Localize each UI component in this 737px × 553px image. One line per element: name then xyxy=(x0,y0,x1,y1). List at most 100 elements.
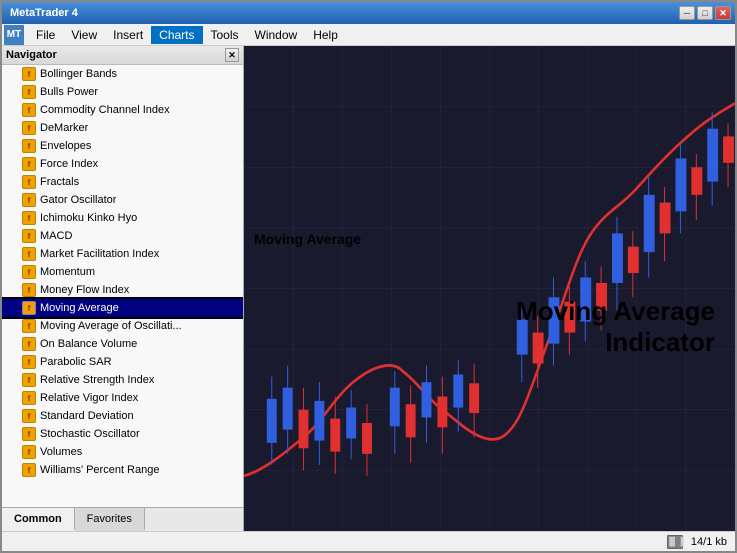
indicator-item-obv[interactable]: f On Balance Volume xyxy=(2,335,243,353)
indicator-list[interactable]: f Bollinger Bands f Bulls Power f Commodity C… xyxy=(2,65,243,507)
indicator-label-mao: Moving Average of Oscillati... xyxy=(40,320,182,332)
indicator-icon-bollinger: f xyxy=(22,67,36,81)
maximize-button[interactable]: □ xyxy=(697,6,713,20)
indicator-icon-bulls: f xyxy=(22,85,36,99)
main-window: MetaTrader 4 ─ □ ✕ MT File View Insert C… xyxy=(0,0,737,553)
indicator-item-mfi[interactable]: f Market Facilitation Index xyxy=(2,245,243,263)
indicator-item-force[interactable]: f Force Index xyxy=(2,155,243,173)
indicator-label-stddev: Standard Deviation xyxy=(40,410,134,422)
indicator-item-volumes[interactable]: f Volumes xyxy=(2,443,243,461)
indicator-icon-gator: f xyxy=(22,193,36,207)
menu-view[interactable]: View xyxy=(63,26,105,44)
indicator-label-fractals: Fractals xyxy=(40,176,79,188)
indicator-icon-envelopes: f xyxy=(22,139,36,153)
indicator-item-rvi[interactable]: f Relative Vigor Index xyxy=(2,389,243,407)
indicator-label-moneyflow: Money Flow Index xyxy=(40,284,129,296)
menu-file[interactable]: File xyxy=(28,26,63,44)
indicator-label-volumes: Volumes xyxy=(40,446,82,458)
indicator-item-parabolic[interactable]: f Parabolic SAR xyxy=(2,353,243,371)
indicator-label-momentum: Momentum xyxy=(40,266,95,278)
title-bar: MetaTrader 4 ─ □ ✕ xyxy=(2,2,735,24)
indicator-item-bollinger[interactable]: f Bollinger Bands xyxy=(2,65,243,83)
app-logo: MT xyxy=(4,25,24,45)
indicator-item-mao[interactable]: f Moving Average of Oscillati... xyxy=(2,317,243,335)
menu-tools[interactable]: Tools xyxy=(203,26,247,44)
indicator-label-rvi: Relative Vigor Index xyxy=(40,392,138,404)
indicator-icon-mao: f xyxy=(22,319,36,333)
navigator-tabs: Common Favorites xyxy=(2,507,243,531)
menu-charts[interactable]: Charts xyxy=(151,26,202,44)
indicator-label-mfi: Market Facilitation Index xyxy=(40,248,159,260)
indicator-icon-ichimoku: f xyxy=(22,211,36,225)
navigator-title: Navigator xyxy=(6,49,57,61)
indicator-item-moneyflow[interactable]: f Money Flow Index xyxy=(2,281,243,299)
indicator-item-williams[interactable]: f Williams' Percent Range xyxy=(2,461,243,479)
indicator-icon-demarker: f xyxy=(22,121,36,135)
indicator-icon-rsi: f xyxy=(22,373,36,387)
title-bar-buttons: ─ □ ✕ xyxy=(679,6,731,20)
menu-help[interactable]: Help xyxy=(305,26,346,44)
indicator-icon-ma: f xyxy=(22,301,36,315)
indicator-label-parabolic: Parabolic SAR xyxy=(40,356,112,368)
indicator-item-stddev[interactable]: f Standard Deviation xyxy=(2,407,243,425)
indicator-label-macd: MACD xyxy=(40,230,72,242)
menu-insert[interactable]: Insert xyxy=(105,26,151,44)
indicator-icon-stochastic: f xyxy=(22,427,36,441)
status-icons: ▐▌▐ xyxy=(667,535,683,549)
indicator-item-ichimoku[interactable]: f Ichimoku Kinko Hyo xyxy=(2,209,243,227)
indicator-item-rsi[interactable]: f Relative Strength Index xyxy=(2,371,243,389)
indicator-label-bollinger: Bollinger Bands xyxy=(40,68,117,80)
status-icon-1: ▐▌▐ xyxy=(667,535,683,549)
indicator-label-envelopes: Envelopes xyxy=(40,140,91,152)
indicator-item-envelopes[interactable]: f Envelopes xyxy=(2,137,243,155)
indicator-icon-fractals: f xyxy=(22,175,36,189)
indicator-item-cci[interactable]: f Commodity Channel Index xyxy=(2,101,243,119)
chart-area: Moving Average Moving Average Indicator xyxy=(244,46,735,531)
indicator-label-obv: On Balance Volume xyxy=(40,338,137,350)
indicator-label-williams: Williams' Percent Range xyxy=(40,464,159,476)
navigator-close-button[interactable]: ✕ xyxy=(225,48,239,62)
indicator-icon-macd: f xyxy=(22,229,36,243)
indicator-item-macd[interactable]: f MACD xyxy=(2,227,243,245)
file-info: 14/1 kb xyxy=(691,536,727,548)
indicator-item-demarker[interactable]: f DeMarker xyxy=(2,119,243,137)
indicator-icon-parabolic: f xyxy=(22,355,36,369)
title-bar-text: MetaTrader 4 xyxy=(6,7,78,19)
indicator-icon-momentum: f xyxy=(22,265,36,279)
indicator-icon-force: f xyxy=(22,157,36,171)
indicator-item-gator[interactable]: f Gator Oscillator xyxy=(2,191,243,209)
chart-svg xyxy=(244,46,735,531)
navigator-header: Navigator ✕ xyxy=(2,46,243,65)
indicator-icon-obv: f xyxy=(22,337,36,351)
indicator-item-fractals[interactable]: f Fractals xyxy=(2,173,243,191)
indicator-icon-williams: f xyxy=(22,463,36,477)
indicator-icon-volumes: f xyxy=(22,445,36,459)
indicator-label-demarker: DeMarker xyxy=(40,122,88,134)
minimize-button[interactable]: ─ xyxy=(679,6,695,20)
indicator-label-bulls: Bulls Power xyxy=(40,86,98,98)
indicator-item-ma[interactable]: f Moving Average xyxy=(2,299,243,317)
indicator-item-momentum[interactable]: f Momentum xyxy=(2,263,243,281)
indicator-icon-cci: f xyxy=(22,103,36,117)
tab-common[interactable]: Common xyxy=(2,508,75,531)
status-bar: ▐▌▐ 14/1 kb xyxy=(2,531,735,551)
indicator-label-cci: Commodity Channel Index xyxy=(40,104,170,116)
menu-window[interactable]: Window xyxy=(247,26,306,44)
indicator-icon-rvi: f xyxy=(22,391,36,405)
indicator-item-stochastic[interactable]: f Stochastic Oscillator xyxy=(2,425,243,443)
tab-favorites[interactable]: Favorites xyxy=(75,508,145,531)
indicator-icon-moneyflow: f xyxy=(22,283,36,297)
navigator-panel: Navigator ✕ f Bollinger Bands f Bulls Power… xyxy=(2,46,244,531)
indicator-label-ichimoku: Ichimoku Kinko Hyo xyxy=(40,212,137,224)
indicator-icon-stddev: f xyxy=(22,409,36,423)
indicator-label-ma: Moving Average xyxy=(40,302,119,314)
indicator-label-gator: Gator Oscillator xyxy=(40,194,116,206)
menu-bar: MT File View Insert Charts Tools Window … xyxy=(2,24,735,46)
close-button[interactable]: ✕ xyxy=(715,6,731,20)
indicator-icon-mfi: f xyxy=(22,247,36,261)
main-content: Navigator ✕ f Bollinger Bands f Bulls Power… xyxy=(2,46,735,531)
indicator-label-stochastic: Stochastic Oscillator xyxy=(40,428,140,440)
indicator-item-bulls[interactable]: f Bulls Power xyxy=(2,83,243,101)
indicator-label-rsi: Relative Strength Index xyxy=(40,374,154,386)
indicator-label-force: Force Index xyxy=(40,158,98,170)
